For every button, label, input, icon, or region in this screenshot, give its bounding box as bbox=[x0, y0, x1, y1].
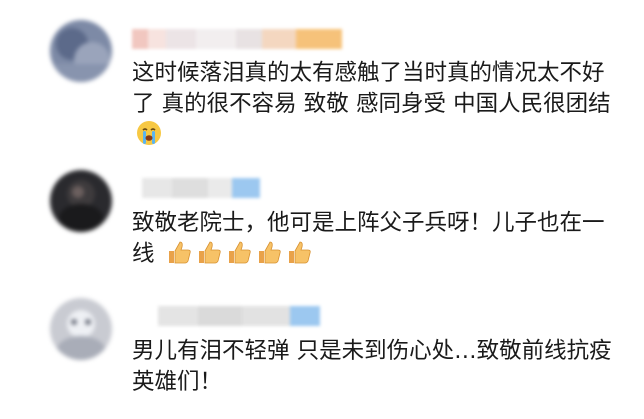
avatar[interactable] bbox=[50, 170, 112, 232]
thumbs-up-icon bbox=[226, 239, 252, 265]
thumbs-up-row bbox=[166, 239, 312, 265]
avatar[interactable] bbox=[50, 298, 112, 360]
avatar[interactable] bbox=[50, 20, 112, 82]
thumbs-up-icon bbox=[196, 239, 222, 265]
comment-text: 男儿有泪不轻弹 只是未到伤心处…致敬前线抗疫英雄们！ bbox=[132, 338, 612, 395]
thumbs-up-icon bbox=[166, 239, 192, 265]
author-name-badge bbox=[142, 178, 260, 198]
comment-item: 这时候落泪真的太有感触了当时真的情况太不好了 真的很不容易 致敬 感同身受 中国… bbox=[0, 0, 644, 160]
crying-face-icon bbox=[136, 120, 162, 146]
author-name-badge bbox=[158, 306, 320, 326]
thumbs-up-icon bbox=[256, 239, 282, 265]
thumbs-up-icon bbox=[286, 239, 312, 265]
author-name[interactable] bbox=[132, 29, 342, 49]
comment-item: 致敬老院士，他可是上阵父子兵呀！儿子也在一线 bbox=[0, 160, 644, 278]
comment-text: 这时候落泪真的太有感触了当时真的情况太不好了 真的很不容易 致敬 感同身受 中国… bbox=[132, 58, 622, 151]
comment-text: 致敬老院士，他可是上阵父子兵呀！儿子也在一线 bbox=[132, 210, 605, 267]
comment-item: 男儿有泪不轻弹 只是未到伤心处…致敬前线抗疫英雄们！ bbox=[0, 278, 644, 419]
